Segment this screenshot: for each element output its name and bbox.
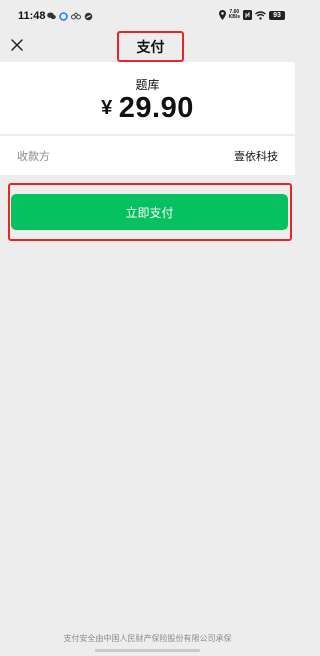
network-speed-unit: KB/s bbox=[228, 14, 240, 20]
product-name: 题库 bbox=[135, 78, 160, 92]
payee-name: 壹依科技 bbox=[234, 149, 278, 163]
nav-bar: 支付 bbox=[0, 30, 295, 62]
browser-notification-icon bbox=[59, 11, 68, 21]
network-speed: 7.60 KB/s bbox=[229, 10, 240, 20]
status-time: 11:48 bbox=[18, 10, 46, 22]
insurance-note: 支付安全由中国人民财产保险股份有限公司承保 bbox=[63, 634, 232, 643]
close-icon[interactable] bbox=[8, 36, 26, 54]
payee-label: 收款方 bbox=[17, 149, 50, 163]
status-indicators: 7.60 KB/s 93 bbox=[218, 9, 285, 21]
wifi-icon bbox=[255, 10, 266, 20]
home-indicator[interactable] bbox=[95, 649, 200, 652]
page-title: 支付 bbox=[117, 31, 184, 62]
pay-now-button[interactable]: 立即支付 bbox=[11, 194, 288, 230]
payment-summary: 题库 ¥29.90 bbox=[0, 62, 295, 134]
status-bar: 11:48 7.60 KB/s 93 bbox=[0, 0, 295, 30]
chat-notification-icon bbox=[47, 12, 56, 20]
payment-amount: ¥29.90 bbox=[0, 92, 295, 125]
nfc-icon bbox=[243, 10, 252, 20]
currency-symbol: ¥ bbox=[101, 97, 113, 119]
location-icon bbox=[218, 10, 226, 20]
battery-icon: 93 bbox=[269, 10, 285, 20]
amount-value: 29.90 bbox=[118, 92, 194, 124]
app-notification-icon bbox=[71, 12, 81, 20]
link-notification-icon bbox=[84, 12, 93, 20]
notification-icons bbox=[47, 11, 93, 21]
payee-row: 收款方 壹依科技 bbox=[0, 136, 295, 175]
